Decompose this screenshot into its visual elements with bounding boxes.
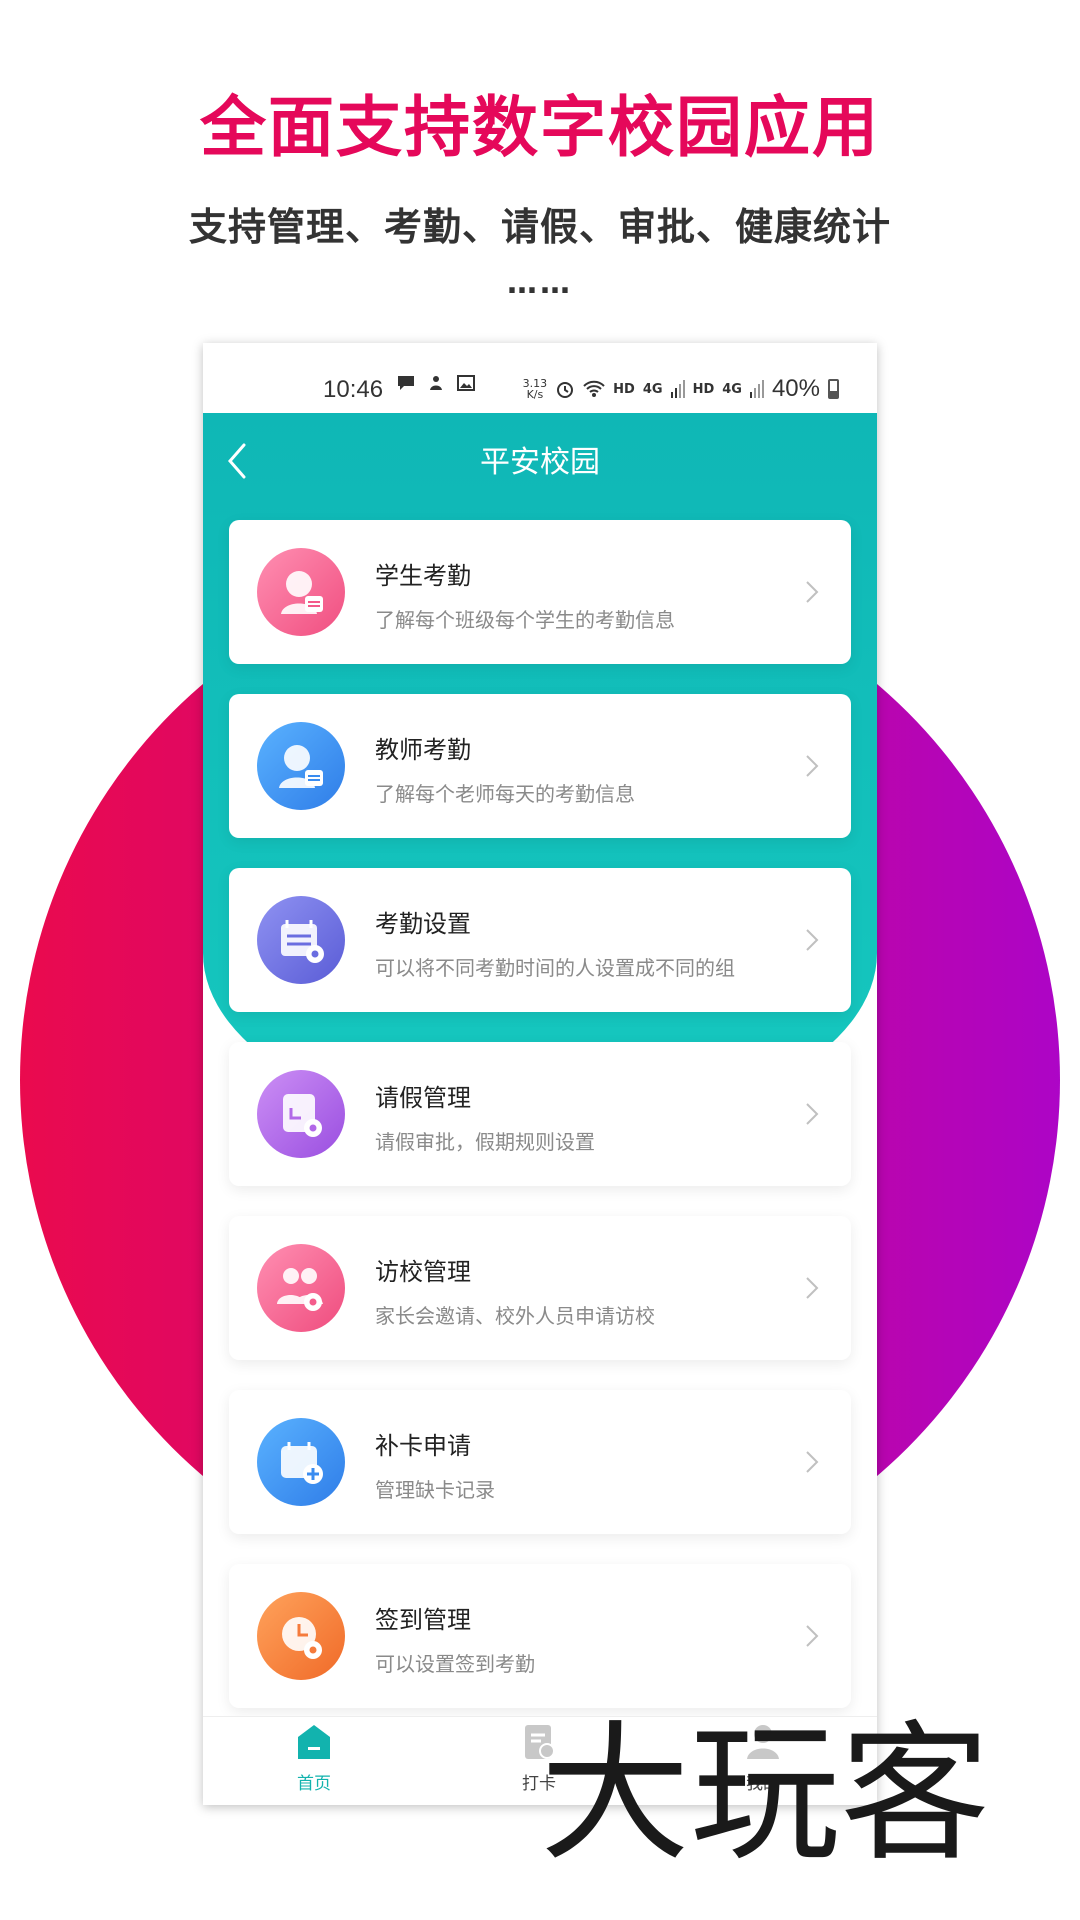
menu-item-attendance-settings[interactable]: 考勤设置 可以将不同考勤时间的人设置成不同的组 (229, 868, 851, 1012)
hd-label-1: HD (613, 381, 635, 397)
menu-item-sign-in-management[interactable]: 签到管理 可以设置签到考勤 (229, 1564, 851, 1708)
menu-item-leave-management[interactable]: 请假管理 请假审批，假期规则设置 (229, 1042, 851, 1186)
alarm-icon (557, 382, 574, 398)
chevron-right-icon (806, 1625, 819, 1647)
page-title: 平安校园 (480, 445, 600, 480)
menu-item-desc: 请假审批，假期规则设置 (375, 1130, 595, 1154)
network-type-2: 4G (722, 381, 742, 397)
phone-screen: 10:46 3.13 K/s HD 4G HD 4G 40% 平安校园 学生考勤… (203, 343, 877, 1805)
wifi-icon (583, 380, 605, 397)
menu-item-title: 签到管理 (375, 1606, 471, 1634)
chevron-right-icon (806, 1277, 819, 1299)
tab-label: 首页 (297, 1774, 331, 1794)
signal-icon-1 (670, 380, 685, 398)
menu-item-teacher-attendance[interactable]: 教师考勤 了解每个老师每天的考勤信息 (229, 694, 851, 838)
signal-icon-2 (749, 380, 764, 398)
chevron-right-icon (806, 1103, 819, 1125)
status-indicators: 3.13 K/s HD 4G HD 4G 40% (523, 375, 839, 403)
menu-item-title: 访校管理 (375, 1258, 471, 1286)
tab-home[interactable]: 首页 (254, 1723, 374, 1794)
message-icon (398, 376, 414, 390)
menu-item-title: 教师考勤 (375, 736, 471, 764)
menu-item-visit-management[interactable]: 访校管理 家长会邀请、校外人员申请访校 (229, 1216, 851, 1360)
promo-subline: 支持管理、考勤、请假、审批、健康统计 (188, 205, 891, 249)
teacher-attendance-icon (257, 722, 345, 810)
menu-item-title: 考勤设置 (375, 910, 471, 938)
card-supplement-icon (257, 1418, 345, 1506)
battery-icon (828, 379, 839, 399)
network-type-1: 4G (642, 381, 663, 397)
notification-icons (396, 373, 476, 393)
promo-ellipsis: …… (507, 266, 573, 301)
promo-headline: 全面支持数字校园应用 (200, 89, 880, 166)
chevron-right-icon (806, 755, 819, 777)
watermark: 大玩客 (540, 1708, 991, 1882)
network-speed: 3.13 K/s (523, 378, 548, 400)
chevron-right-icon (806, 581, 819, 603)
menu-item-desc: 了解每个班级每个学生的考勤信息 (375, 608, 675, 632)
app-notification-icon (430, 376, 442, 390)
hd-label-2: HD (692, 381, 715, 397)
menu-item-desc: 可以将不同考勤时间的人设置成不同的组 (375, 956, 735, 980)
menu-item-title: 补卡申请 (375, 1432, 471, 1460)
chevron-right-icon (806, 1451, 819, 1473)
menu-item-desc: 家长会邀请、校外人员申请访校 (375, 1304, 655, 1328)
visit-management-icon (257, 1244, 345, 1332)
sign-in-management-icon (257, 1592, 345, 1680)
chevron-right-icon (806, 929, 819, 951)
menu-item-title: 学生考勤 (375, 562, 471, 590)
menu-item-desc: 了解每个老师每天的考勤信息 (375, 782, 635, 806)
battery-percent: 40% (771, 375, 820, 402)
student-attendance-icon (257, 548, 345, 636)
menu-item-card-supplement[interactable]: 补卡申请 管理缺卡记录 (229, 1390, 851, 1534)
attendance-settings-icon (257, 896, 345, 984)
menu-item-title: 请假管理 (375, 1084, 471, 1112)
home-icon (298, 1725, 330, 1759)
menu-item-desc: 可以设置签到考勤 (375, 1652, 535, 1676)
leave-management-icon (257, 1070, 345, 1158)
menu-item-desc: 管理缺卡记录 (375, 1478, 495, 1502)
image-icon (457, 375, 475, 391)
status-bar: 10:46 3.13 K/s HD 4G HD 4G 40% (203, 343, 877, 413)
status-time: 10:46 (323, 376, 384, 403)
network-speed-unit: K/s (526, 388, 544, 401)
menu-item-student-attendance[interactable]: 学生考勤 了解每个班级每个学生的考勤信息 (229, 520, 851, 664)
